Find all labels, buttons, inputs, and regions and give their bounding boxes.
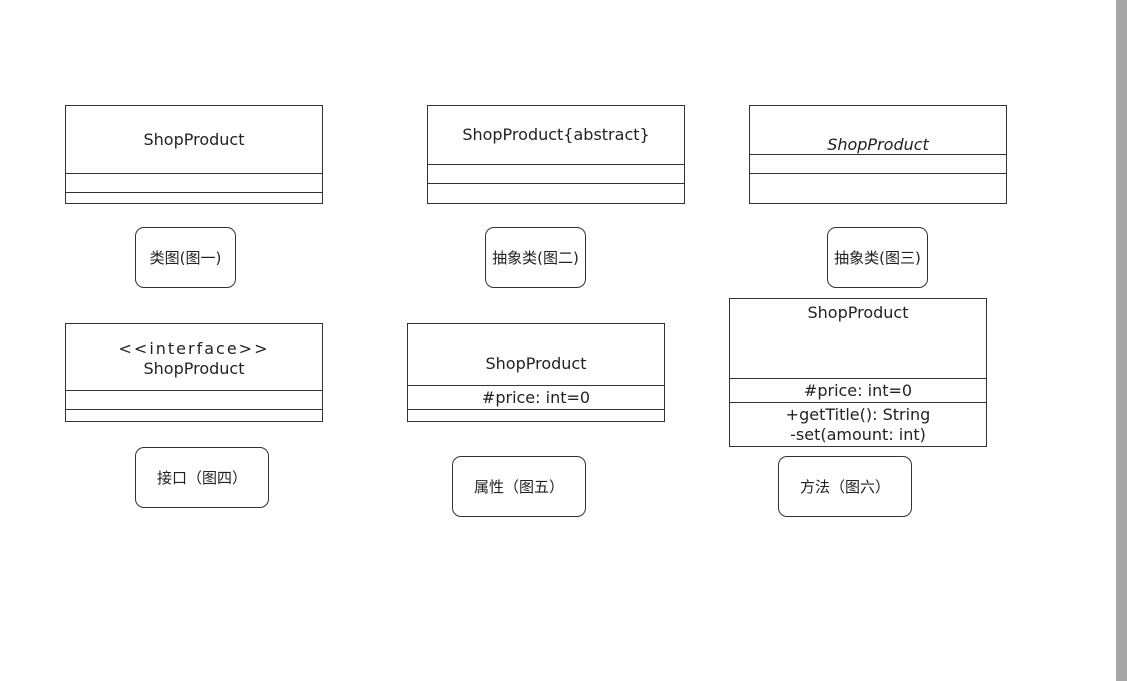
caption-method[interactable]: 方法（图六） bbox=[778, 456, 912, 517]
attributes-section bbox=[750, 154, 1006, 173]
attribute-price: #price: int=0 bbox=[803, 380, 913, 400]
caption-interface[interactable]: 接口（图四） bbox=[135, 447, 269, 508]
vertical-scrollbar[interactable] bbox=[1116, 0, 1127, 681]
attributes-section bbox=[428, 164, 684, 183]
caption-abstract-class-2[interactable]: 抽象类(图二) bbox=[485, 227, 586, 288]
attributes-section: #price: int=0 bbox=[730, 378, 986, 402]
class-name: ShopProduct bbox=[143, 359, 245, 378]
methods-section bbox=[408, 409, 664, 421]
interface-stereotype: <<interface>> bbox=[118, 339, 270, 358]
class-name-section: <<interface>> ShopProduct bbox=[66, 324, 322, 390]
caption-label: 类图(图一) bbox=[149, 249, 222, 267]
diagram-canvas: ShopProduct 类图(图一) ShopProduct{abstract}… bbox=[0, 0, 1127, 681]
caption-attribute[interactable]: 属性（图五） bbox=[452, 456, 586, 517]
method-class-box[interactable]: ShopProduct #price: int=0 +getTitle(): S… bbox=[729, 298, 987, 447]
abstract-class-box-italic[interactable]: ShopProduct bbox=[749, 105, 1007, 204]
class-box-shopproduct[interactable]: ShopProduct bbox=[65, 105, 323, 204]
class-name-section: ShopProduct bbox=[408, 324, 664, 385]
class-name: ShopProduct bbox=[485, 353, 587, 373]
class-name: ShopProduct bbox=[827, 135, 929, 154]
attributes-section: #price: int=0 bbox=[408, 385, 664, 409]
method-set: -set(amount: int) bbox=[790, 424, 926, 444]
methods-section: +getTitle(): String -set(amount: int) bbox=[730, 402, 986, 446]
caption-label: 抽象类(图三) bbox=[834, 249, 921, 267]
class-name-section: ShopProduct bbox=[730, 299, 986, 378]
interface-box-shopproduct[interactable]: <<interface>> ShopProduct bbox=[65, 323, 323, 422]
caption-class-diagram[interactable]: 类图(图一) bbox=[135, 227, 236, 288]
attributes-section bbox=[66, 173, 322, 192]
caption-label: 抽象类(图二) bbox=[492, 249, 579, 267]
caption-label: 属性（图五） bbox=[473, 478, 564, 496]
caption-label: 方法（图六） bbox=[799, 478, 890, 496]
methods-section bbox=[750, 173, 1006, 203]
attribute-price: #price: int=0 bbox=[481, 387, 591, 407]
abstract-class-box-braces[interactable]: ShopProduct{abstract} bbox=[427, 105, 685, 204]
attributes-section bbox=[66, 390, 322, 409]
class-name: ShopProduct bbox=[807, 303, 909, 322]
class-name-section: ShopProduct{abstract} bbox=[428, 106, 684, 164]
caption-abstract-class-3[interactable]: 抽象类(图三) bbox=[827, 227, 928, 288]
methods-section bbox=[428, 183, 684, 203]
class-name: ShopProduct bbox=[143, 129, 245, 149]
class-name-section: ShopProduct bbox=[750, 106, 1006, 154]
method-get-title: +getTitle(): String bbox=[785, 404, 931, 424]
methods-section bbox=[66, 192, 322, 203]
caption-label: 接口（图四） bbox=[156, 469, 247, 487]
class-name-section: ShopProduct bbox=[66, 106, 322, 173]
methods-section bbox=[66, 409, 322, 421]
class-name: ShopProduct{abstract} bbox=[462, 125, 650, 144]
attribute-class-box[interactable]: ShopProduct #price: int=0 bbox=[407, 323, 665, 422]
